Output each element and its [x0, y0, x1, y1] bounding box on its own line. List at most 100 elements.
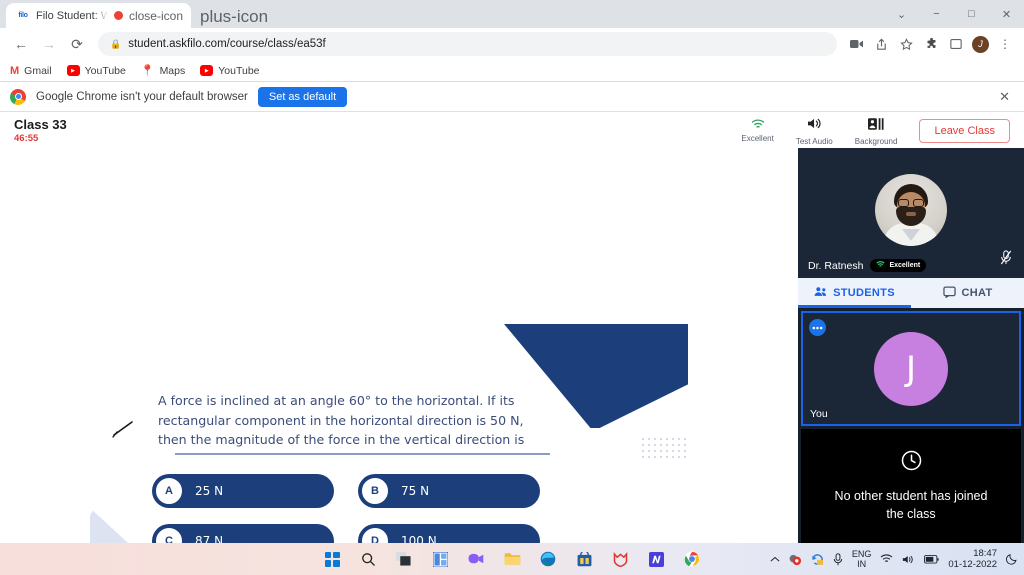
background-button[interactable]: Background — [855, 117, 897, 146]
bookmark-youtube-2[interactable]: YouTube — [200, 65, 260, 77]
clock-time: 18:47 — [973, 548, 997, 559]
share-icon[interactable] — [870, 33, 892, 55]
avatar-glasses-left — [898, 199, 909, 207]
chrome-logo-icon — [10, 88, 26, 105]
taskbar-icons — [322, 549, 703, 570]
set-as-default-button[interactable]: Set as default — [257, 86, 348, 107]
people-icon — [814, 286, 827, 300]
update-tray-icon[interactable] — [811, 553, 824, 566]
close-icon[interactable]: close-icon — [129, 10, 183, 22]
store-icon[interactable] — [574, 549, 595, 570]
test-audio-button[interactable]: Test Audio — [796, 117, 833, 146]
file-explorer-icon[interactable] — [502, 549, 523, 570]
close-window-button[interactable]: ✕ — [989, 0, 1024, 28]
option-letter: A — [155, 477, 183, 505]
option-d[interactable]: D 100 N — [358, 524, 540, 543]
star-icon[interactable] — [895, 33, 917, 55]
mic-tray-icon[interactable] — [833, 552, 843, 566]
forward-icon[interactable]: → — [36, 31, 62, 57]
connection-status[interactable]: Excellent — [741, 119, 774, 143]
tab-strip: filo Filo Student: World's Only Li close… — [0, 0, 1024, 28]
browser-tab[interactable]: filo Filo Student: World's Only Li close… — [6, 3, 191, 28]
camera-icon[interactable] — [845, 33, 867, 55]
back-icon[interactable]: ← — [8, 31, 34, 57]
windows-taskbar: ENG IN 18:47 01-12-2022 — [0, 543, 1024, 575]
window-controls: ⌄ − □ ✕ — [884, 0, 1024, 28]
wifi-icon — [876, 261, 886, 270]
bookmark-label: Maps — [159, 64, 186, 77]
chrome-icon[interactable] — [682, 549, 703, 570]
bookmark-youtube-1[interactable]: YouTube — [66, 65, 126, 77]
maximize-button[interactable]: □ — [954, 0, 989, 28]
bookmark-gmail[interactable]: M Gmail — [10, 65, 52, 77]
teacher-name-row: Dr. Ratnesh Excellent — [808, 259, 927, 272]
youtube-icon — [200, 65, 214, 76]
tab-chat[interactable]: CHAT — [911, 278, 1024, 308]
minimize-button[interactable]: − — [919, 0, 954, 28]
wifi-icon[interactable] — [880, 554, 893, 564]
tab-students[interactable]: STUDENTS — [798, 278, 911, 308]
more-options-icon[interactable] — [809, 319, 826, 336]
volume-icon[interactable] — [902, 554, 915, 565]
m-app-icon[interactable] — [646, 549, 667, 570]
widgets-icon[interactable] — [430, 549, 451, 570]
avatar: J — [874, 331, 948, 406]
toolbar-icons: J ⋮ — [845, 33, 1016, 55]
teacher-avatar — [875, 174, 947, 246]
sidepanel-icon[interactable] — [945, 33, 967, 55]
system-tray: ENG IN 18:47 01-12-2022 — [770, 548, 1018, 570]
teacher-video-tile[interactable]: Dr. Ratnesh Excellent — [798, 148, 1024, 278]
antivirus-tray-icon[interactable] — [789, 553, 802, 566]
option-letter: C — [155, 527, 183, 543]
empty-state-text: No other student has joined the class — [834, 489, 988, 521]
address-bar[interactable]: 🔒 student.askfilo.com/course/class/ea53f — [98, 32, 837, 56]
pen-mark-annotation — [112, 420, 136, 438]
option-c[interactable]: C 87 N — [152, 524, 334, 543]
teacher-name: Dr. Ratnesh — [808, 259, 864, 272]
header-tools: Excellent Test Audio Background Leave Cl… — [741, 117, 1010, 146]
self-video-tile[interactable]: J You — [801, 311, 1021, 426]
class-header: Class 33 46:55 Excellent Test Audio Back… — [0, 112, 1024, 150]
class-timer: 46:55 — [14, 132, 39, 144]
youtube-icon — [66, 65, 80, 76]
whiteboard[interactable]: A force is inclined at an angle 60° to t… — [0, 148, 798, 543]
page-title: Class 33 — [14, 117, 67, 133]
language-indicator[interactable]: ENG IN — [852, 549, 872, 569]
infobar-message: Google Chrome isn't your default browser — [36, 90, 248, 103]
reload-icon[interactable]: ⟳ — [64, 31, 90, 57]
options-row-1: A 25 N B 75 N — [152, 474, 552, 508]
option-a[interactable]: A 25 N — [152, 474, 334, 508]
chat-icon — [942, 285, 956, 301]
tab-title: Filo Student: World's Only Li — [36, 9, 108, 22]
default-browser-infobar: Google Chrome isn't your default browser… — [0, 82, 1024, 112]
bookmark-maps[interactable]: 📍 Maps — [141, 64, 186, 78]
antivirus-icon[interactable] — [610, 549, 631, 570]
battery-icon[interactable] — [924, 554, 940, 564]
tab-chat-label: CHAT — [961, 287, 993, 299]
clock[interactable]: 18:47 01-12-2022 — [948, 548, 997, 570]
edge-icon[interactable] — [538, 549, 559, 570]
moon-icon[interactable] — [1006, 553, 1018, 565]
extensions-icon[interactable] — [920, 33, 942, 55]
profile-avatar[interactable]: J — [972, 35, 989, 53]
option-b[interactable]: B 75 N — [358, 474, 540, 508]
chevron-down-icon[interactable]: ⌄ — [884, 0, 919, 28]
avatar-mouth — [906, 212, 916, 216]
class-sidebar: Dr. Ratnesh Excellent STUDENTS CHAT J Yo… — [798, 148, 1024, 543]
taskview-icon[interactable] — [394, 549, 415, 570]
new-tab-button[interactable]: plus-icon — [200, 8, 268, 25]
question-text: A force is inclined at an angle 60° to t… — [158, 393, 525, 447]
lock-icon: 🔒 — [110, 38, 122, 49]
teams-icon[interactable] — [466, 549, 487, 570]
option-text: 25 N — [195, 484, 224, 498]
decorative-dot-grid — [640, 436, 688, 460]
gmail-icon: M — [10, 64, 20, 77]
chevron-up-icon[interactable] — [770, 556, 780, 563]
menu-dots-icon[interactable]: ⋮ — [994, 33, 1016, 55]
start-icon[interactable] — [322, 549, 343, 570]
tab-students-label: STUDENTS — [833, 287, 895, 299]
close-icon[interactable]: ✕ — [995, 89, 1014, 105]
sidebar-tabs: STUDENTS CHAT — [798, 278, 1024, 308]
leave-class-button[interactable]: Leave Class — [919, 119, 1010, 143]
search-icon[interactable] — [358, 549, 379, 570]
